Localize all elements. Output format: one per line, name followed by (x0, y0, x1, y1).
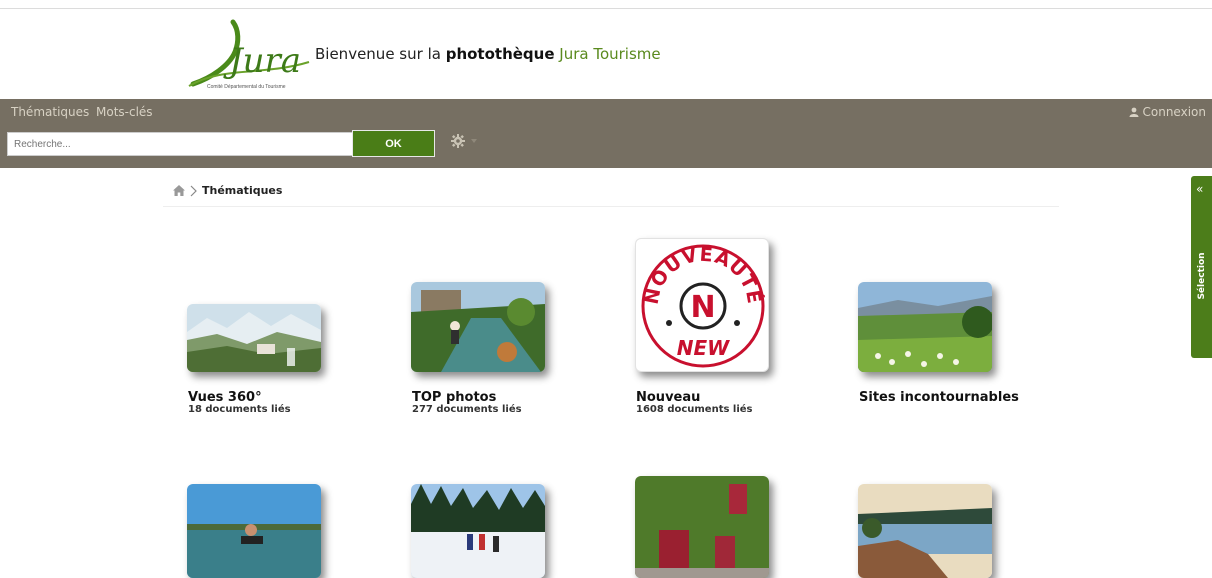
badge-letter: N (690, 290, 715, 325)
badge-text-bottom: NEW (677, 336, 730, 360)
tile-count-vues-360: 18 documents liés (188, 404, 291, 415)
settings-dropdown[interactable] (451, 134, 477, 148)
search-input[interactable] (7, 132, 353, 156)
nav-mots-cles[interactable]: Mots-clés (96, 105, 153, 119)
welcome-text: Bienvenue sur la photothèque Jura Touris… (315, 45, 661, 63)
tile-thumbnail-lake-swimmer[interactable] (187, 484, 321, 578)
tile-thumbnail-nouveau[interactable]: NOUVEAUTÉ N NEW (635, 238, 769, 372)
selection-label: Sélection (1197, 252, 1207, 300)
logo-text: Jura (223, 41, 301, 81)
tile-thumbnail-vues-360[interactable] (187, 304, 321, 372)
breadcrumb: Thématiques (173, 184, 282, 197)
welcome-bold: photothèque (445, 45, 555, 63)
tile-title-vues-360[interactable]: Vues 360° (188, 390, 262, 405)
selection-side-tab[interactable]: « Sélection (1191, 176, 1212, 358)
user-icon (1129, 107, 1138, 117)
ok-button[interactable]: OK (352, 130, 435, 157)
main-navbar: Thématiques Mots-clés Connexion OK (0, 99, 1212, 168)
chevron-right-icon (190, 185, 197, 196)
connexion-link[interactable]: Connexion (1129, 105, 1207, 119)
tile-count-top-photos: 277 documents liés (412, 404, 522, 415)
chevrons-left-icon: « (1196, 182, 1204, 196)
breadcrumb-current: Thématiques (202, 184, 283, 197)
top-divider (0, 8, 1212, 9)
nav-thematiques[interactable]: Thématiques (11, 105, 89, 119)
tile-count-nouveau: 1608 documents liés (636, 404, 753, 415)
welcome-brand: Jura Tourisme (554, 45, 661, 63)
tile-thumbnail-lake-sunrise[interactable] (858, 484, 992, 578)
tile-title-nouveau[interactable]: Nouveau (636, 390, 700, 405)
tile-thumbnail-ivy-house[interactable] (635, 476, 769, 578)
tile-thumbnail-sites-incontournables[interactable] (858, 282, 992, 372)
home-icon[interactable] (173, 185, 185, 196)
connexion-label: Connexion (1142, 105, 1207, 119)
tile-title-top-photos[interactable]: TOP photos (412, 390, 496, 405)
tile-thumbnail-top-photos[interactable] (411, 282, 545, 372)
logo-subtext: Comité Départemental du Tourisme (207, 84, 286, 90)
tile-title-sites-incontournables[interactable]: Sites incontournables (859, 390, 1019, 405)
welcome-prefix: Bienvenue sur la (315, 45, 446, 63)
breadcrumb-divider (163, 206, 1059, 207)
jura-logo[interactable]: Jura Comité Départemental du Tourisme (183, 18, 313, 92)
caret-down-icon (471, 139, 477, 143)
tile-thumbnail-ski-trail[interactable] (411, 484, 545, 578)
gear-icon (451, 134, 465, 148)
